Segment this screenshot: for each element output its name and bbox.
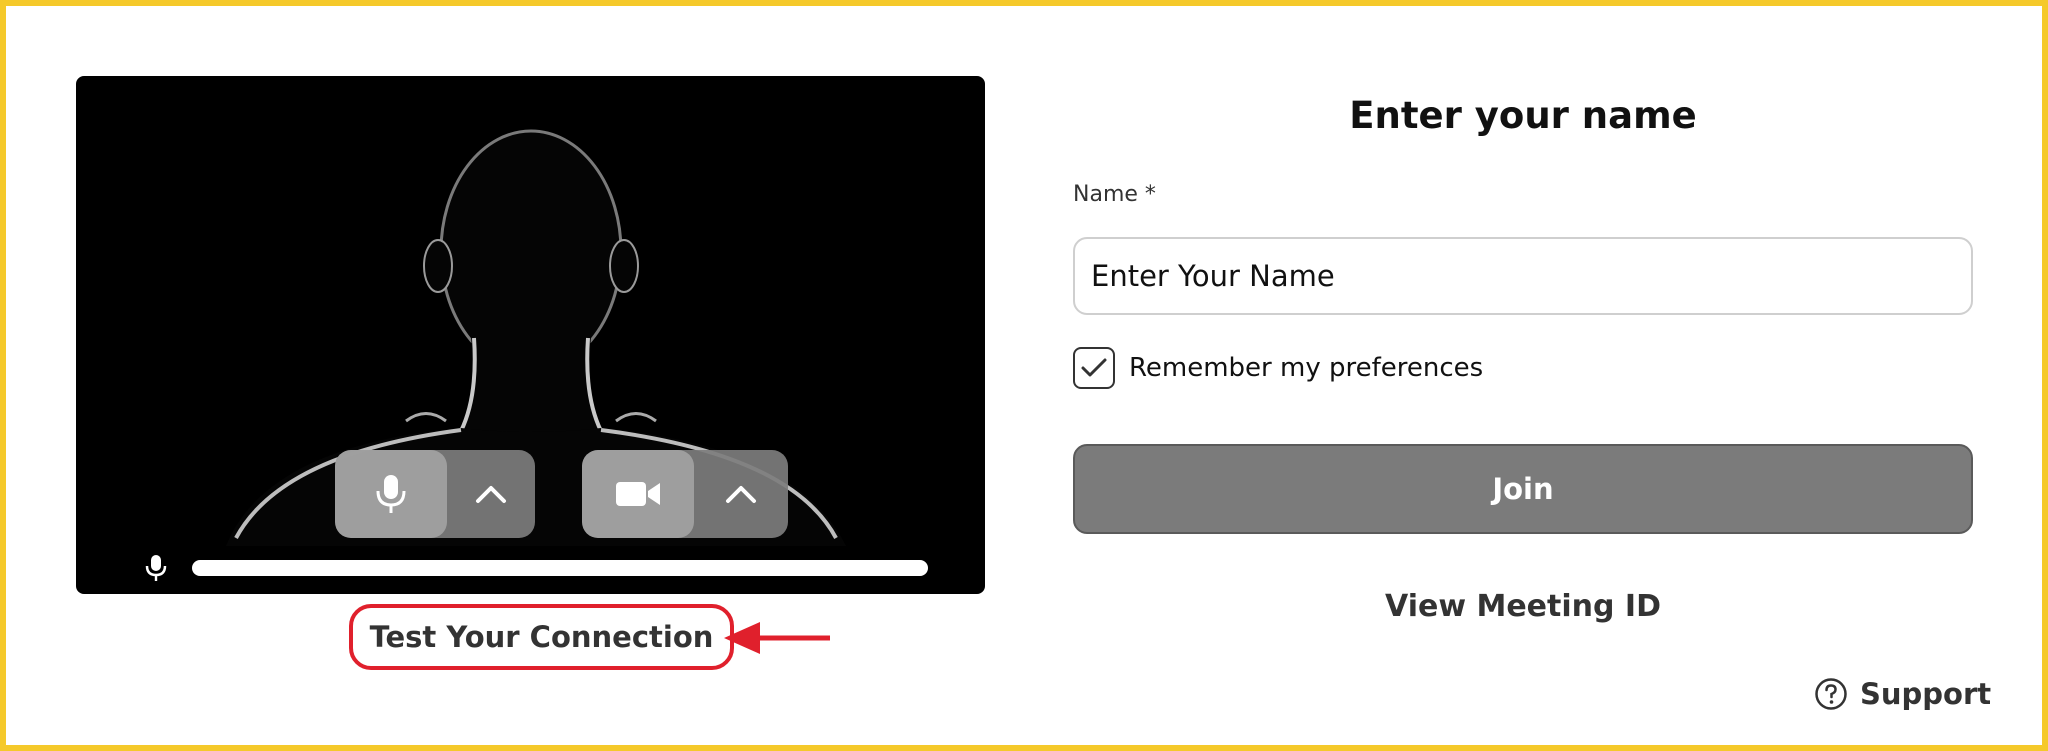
support-link[interactable]: Support (1814, 674, 1991, 714)
help-circle-icon (1815, 678, 1847, 710)
remember-preferences-row[interactable]: Remember my preferences (1073, 347, 1483, 389)
test-connection-label: Test Your Connection (369, 620, 714, 654)
camera-toggle-button[interactable] (582, 450, 694, 538)
chevron-up-icon (726, 486, 756, 503)
audio-level-meter (192, 560, 928, 576)
form-title: Enter your name (1349, 94, 1697, 137)
camera-options-button[interactable] (694, 450, 788, 538)
remember-preferences-label: Remember my preferences (1129, 353, 1484, 383)
name-field-label: Name * (1073, 182, 1156, 207)
join-button[interactable]: Join (1073, 444, 1973, 534)
checkmark-icon (1081, 358, 1107, 377)
audio-level-row (136, 553, 956, 583)
name-input[interactable] (1073, 237, 1973, 315)
remember-preferences-checkbox[interactable] (1073, 347, 1115, 389)
view-meeting-id-link[interactable]: View Meeting ID (1073, 589, 1973, 624)
camera-control-group (582, 450, 788, 538)
video-preview (76, 76, 985, 594)
mic-control-group (335, 450, 535, 538)
page-frame: Test Your Connection Enter your name Nam… (0, 0, 2048, 751)
mic-toggle-button[interactable] (335, 450, 447, 538)
support-label: Support (1860, 677, 1992, 711)
microphone-icon (136, 554, 176, 582)
annotation-arrow-icon (724, 622, 830, 654)
chevron-up-icon (476, 486, 506, 503)
video-camera-icon (616, 482, 660, 506)
microphone-icon (376, 475, 406, 513)
mic-options-button[interactable] (447, 450, 535, 538)
test-connection-link[interactable]: Test Your Connection (349, 604, 734, 670)
